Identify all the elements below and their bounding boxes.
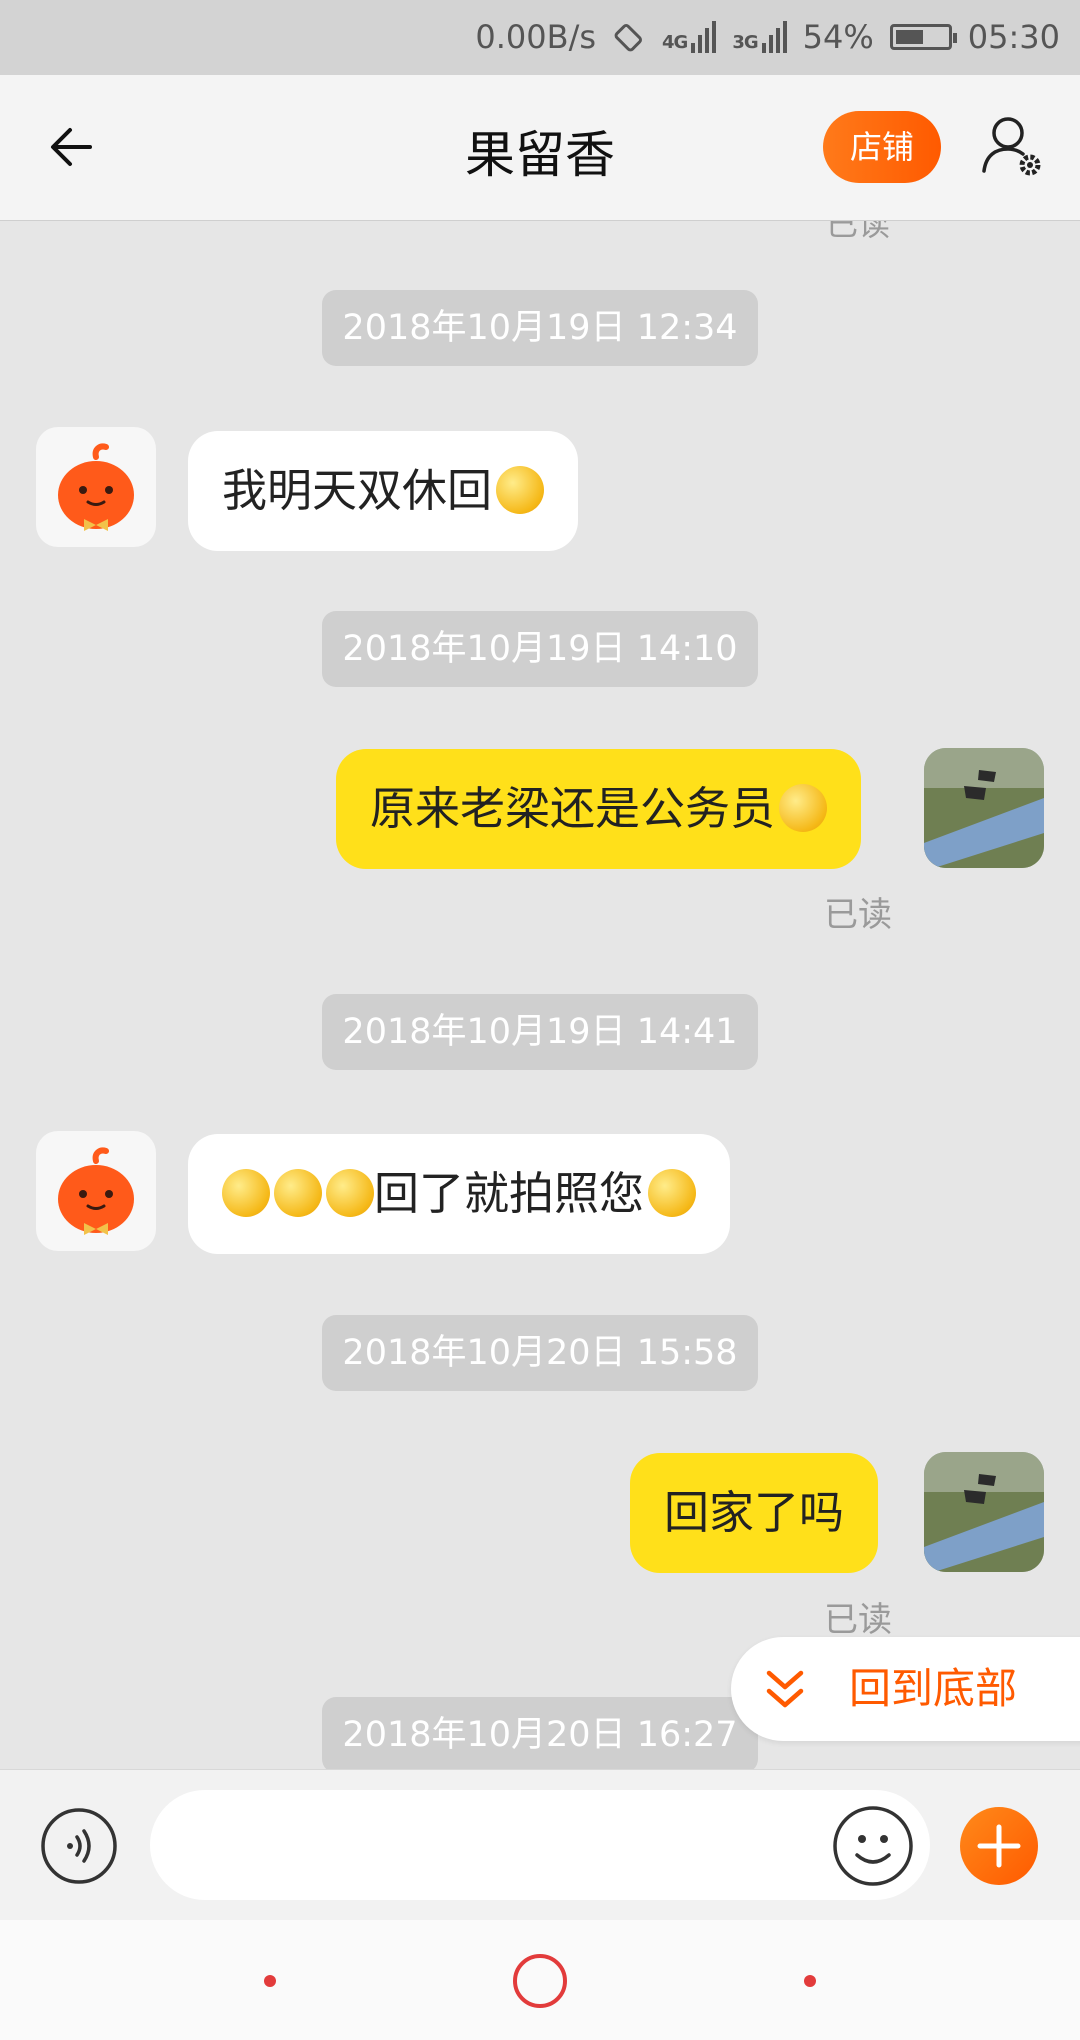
- signal-4g: 4G: [662, 21, 717, 53]
- back-to-bottom-button[interactable]: 回到底部: [731, 1637, 1080, 1741]
- mascot-icon: [58, 443, 134, 531]
- chat-area[interactable]: 已读 2018年10月19日 12:34 我明天双休回 2018年10月19日 …: [0, 221, 1080, 1769]
- system-nav-bar: [0, 1920, 1080, 2040]
- blush-emoji-icon: [222, 1169, 270, 1217]
- tongue-emoji-icon: [648, 1169, 697, 1217]
- status-bar: 0.00B/s 4G 3G 54% 05:30: [0, 0, 1080, 75]
- plus-icon: [977, 1824, 1021, 1868]
- signal-bars-icon: [691, 21, 717, 53]
- read-status: 已读: [826, 221, 891, 243]
- message-text: 回家了吗: [664, 1486, 845, 1539]
- blush-emoji-icon: [326, 1169, 374, 1217]
- surprised-emoji-icon: [779, 784, 828, 832]
- rotate-icon: [614, 24, 643, 52]
- back-to-bottom-label: 回到底部: [849, 1664, 1018, 1713]
- smile-emoji-icon: [496, 466, 545, 514]
- timestamp: 2018年10月19日 14:41: [322, 994, 758, 1070]
- voice-input-icon[interactable]: [40, 1807, 118, 1885]
- blush-emoji-icon: [274, 1169, 322, 1217]
- emoji-picker-icon[interactable]: [832, 1805, 914, 1887]
- timestamp: 2018年10月20日 15:58: [322, 1315, 758, 1391]
- shop-avatar[interactable]: [36, 1131, 156, 1251]
- timestamp: 2018年10月19日 14:10: [322, 611, 758, 687]
- network-3g-label: 3G: [732, 32, 758, 53]
- message-bubble-outgoing[interactable]: 原来老梁还是公务员: [336, 749, 862, 869]
- mascot-icon: [58, 1147, 134, 1235]
- network-4g-label: 4G: [662, 32, 688, 53]
- network-speed: 0.00B/s: [475, 18, 597, 56]
- message-text: 我明天双休回: [222, 464, 493, 517]
- clock: 05:30: [967, 18, 1060, 56]
- signal-bars-icon: [761, 21, 787, 53]
- message-input[interactable]: [150, 1790, 930, 1900]
- timestamp: 2018年10月19日 12:34: [322, 290, 758, 366]
- message-bubble-incoming[interactable]: 我明天双休回: [188, 431, 579, 551]
- my-avatar[interactable]: [924, 748, 1044, 868]
- shop-avatar[interactable]: [36, 427, 156, 547]
- message-bubble-outgoing[interactable]: 回家了吗: [630, 1453, 879, 1573]
- nav-recents-button[interactable]: [804, 1975, 816, 1987]
- read-status: 已读: [824, 1600, 892, 1640]
- add-more-button[interactable]: [960, 1807, 1038, 1885]
- user-settings-icon[interactable]: [978, 111, 1048, 181]
- message-bubble-incoming[interactable]: 回了就拍照您: [188, 1134, 731, 1254]
- message-text: 原来老梁还是公务员: [370, 782, 776, 835]
- nav-home-button[interactable]: [513, 1954, 567, 2008]
- timestamp: 2018年10月20日 16:27: [322, 1697, 758, 1769]
- store-button[interactable]: 店铺: [823, 111, 941, 183]
- battery-percent: 54%: [802, 18, 874, 56]
- signal-3g: 3G: [732, 21, 787, 53]
- my-avatar[interactable]: [924, 1452, 1044, 1572]
- nav-back-button[interactable]: [264, 1975, 276, 1987]
- chat-header: 果留香 店铺: [0, 75, 1080, 221]
- read-status: 已读: [824, 895, 892, 935]
- battery-icon: [889, 24, 957, 50]
- double-chevron-down-icon: [766, 1670, 804, 1708]
- grass-photo-avatar: [924, 748, 1044, 868]
- grass-photo-avatar: [924, 1452, 1044, 1572]
- message-text: 回了就拍照您: [374, 1167, 645, 1220]
- input-bar: [0, 1769, 1080, 1920]
